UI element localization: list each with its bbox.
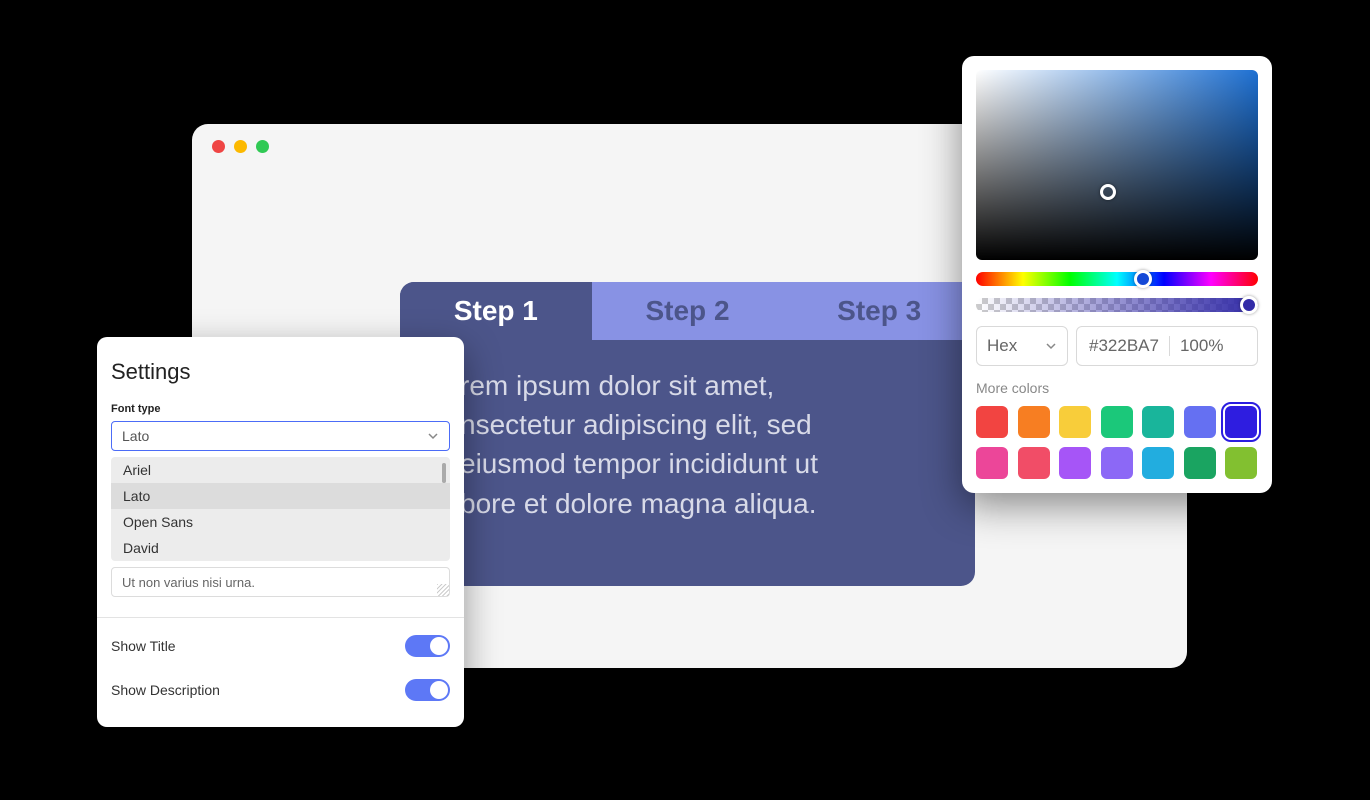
saturation-field[interactable] — [976, 70, 1258, 260]
color-picker-panel: Hex #322BA7 100% More colors — [962, 56, 1272, 493]
tab-step-3[interactable]: Step 3 — [783, 282, 975, 340]
swatch-2[interactable] — [1059, 406, 1091, 438]
show-description-row: Show Description — [111, 668, 450, 712]
chevron-down-icon — [427, 430, 439, 442]
swatch-11[interactable] — [1142, 447, 1174, 479]
steps-body-text: rem ipsum dolor sit amet, nsectetur adip… — [400, 340, 975, 523]
hex-value: #322BA7 — [1089, 336, 1159, 356]
show-description-label: Show Description — [111, 682, 220, 698]
swatch-1[interactable] — [1018, 406, 1050, 438]
show-description-toggle[interactable] — [405, 679, 450, 701]
swatch-7[interactable] — [976, 447, 1008, 479]
show-title-toggle[interactable] — [405, 635, 450, 657]
swatch-6[interactable] — [1225, 406, 1257, 438]
swatch-0[interactable] — [976, 406, 1008, 438]
swatch-4[interactable] — [1142, 406, 1174, 438]
font-option-ariel[interactable]: Ariel — [111, 457, 450, 483]
chevron-down-icon — [1045, 340, 1057, 352]
alpha-cursor[interactable] — [1240, 296, 1258, 314]
steps-card: Step 1 Step 2 Step 3 rem ipsum dolor sit… — [400, 282, 975, 586]
swatch-12[interactable] — [1184, 447, 1216, 479]
alpha-slider[interactable] — [976, 298, 1258, 312]
settings-panel: Settings Font type Lato Ariel Lato Open … — [97, 337, 464, 727]
text-input[interactable]: Ut non varius nisi urna. — [111, 567, 450, 597]
font-option-lato[interactable]: Lato — [111, 483, 450, 509]
swatch-grid — [976, 406, 1258, 479]
color-inputs-row: Hex #322BA7 100% — [976, 326, 1258, 366]
window-maximize-icon[interactable] — [256, 140, 269, 153]
saturation-cursor[interactable] — [1100, 184, 1116, 200]
show-title-label: Show Title — [111, 638, 176, 654]
divider — [97, 617, 464, 618]
hue-slider[interactable] — [976, 272, 1258, 286]
swatch-10[interactable] — [1101, 447, 1133, 479]
hex-input[interactable]: #322BA7 100% — [1076, 326, 1258, 366]
tab-step-2[interactable]: Step 2 — [592, 282, 784, 340]
dropdown-scrollbar[interactable] — [442, 463, 446, 483]
swatch-8[interactable] — [1018, 447, 1050, 479]
text-input-value: Ut non varius nisi urna. — [122, 575, 255, 590]
font-type-select[interactable]: Lato — [111, 421, 450, 451]
font-type-dropdown: Ariel Lato Open Sans David — [111, 457, 450, 561]
font-option-open-sans[interactable]: Open Sans — [111, 509, 450, 535]
swatch-9[interactable] — [1059, 447, 1091, 479]
separator — [1169, 336, 1170, 356]
hue-cursor[interactable] — [1134, 270, 1152, 288]
swatch-13[interactable] — [1225, 447, 1257, 479]
color-format-value: Hex — [987, 336, 1017, 356]
window-minimize-icon[interactable] — [234, 140, 247, 153]
font-type-selected-value: Lato — [122, 428, 149, 444]
more-colors-label: More colors — [976, 380, 1258, 396]
alpha-value: 100% — [1180, 336, 1223, 356]
window-close-icon[interactable] — [212, 140, 225, 153]
font-option-david[interactable]: David — [111, 535, 450, 561]
steps-tabs: Step 1 Step 2 Step 3 — [400, 282, 975, 340]
font-type-label: Font type — [111, 403, 450, 415]
tab-step-1[interactable]: Step 1 — [400, 282, 592, 340]
settings-title: Settings — [111, 359, 450, 385]
color-format-select[interactable]: Hex — [976, 326, 1068, 366]
swatch-3[interactable] — [1101, 406, 1133, 438]
show-title-row: Show Title — [111, 624, 450, 668]
swatch-5[interactable] — [1184, 406, 1216, 438]
